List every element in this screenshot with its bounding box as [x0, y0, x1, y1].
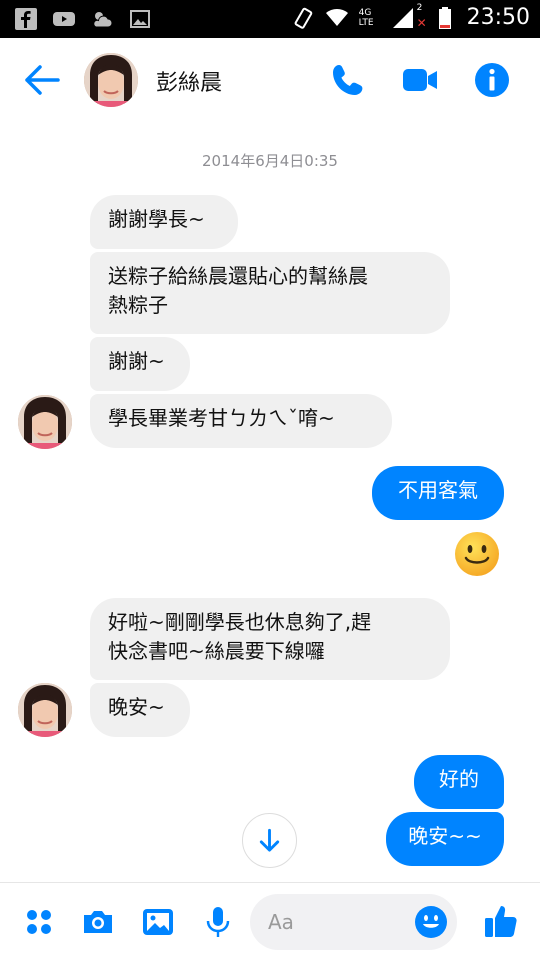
weather-icon [90, 7, 114, 31]
sender-avatar[interactable] [18, 683, 72, 737]
smiling-face-emoji-icon[interactable] [453, 530, 501, 578]
sender-avatar[interactable] [18, 395, 72, 449]
message-bubble-incoming[interactable]: 謝謝學長~ [90, 195, 238, 249]
sim2-badge: 2 [416, 2, 423, 13]
message-bubble-incoming[interactable]: 晚安~ [90, 683, 190, 737]
signal-icon: 2 ✕ [391, 3, 427, 30]
microphone-icon[interactable] [200, 904, 236, 940]
message-bubble-incoming[interactable]: 謝謝~ [90, 337, 190, 391]
vibrate-icon [291, 6, 315, 30]
message-bubble-outgoing[interactable]: 好的 [414, 755, 504, 809]
gallery-icon[interactable] [140, 904, 176, 940]
back-arrow-icon[interactable] [20, 60, 64, 100]
facebook-icon [14, 7, 38, 31]
scroll-to-bottom-button[interactable] [242, 813, 297, 868]
contact-avatar[interactable] [84, 53, 138, 107]
status-bar: 4G LTE 2 ✕ 23:50 [0, 0, 540, 38]
conversation-header: 彭絲晨 [0, 38, 540, 122]
clock: 23:50 [466, 5, 530, 30]
thread-timestamp: 2014年6月4日0:35 [202, 152, 338, 170]
4g-lte-icon: 4G LTE [358, 7, 374, 28]
image-icon [128, 7, 152, 31]
thumbs-up-icon[interactable] [482, 902, 520, 940]
message-bubble-incoming[interactable]: 學長畢業考甘ㄅㄌㄟˇ唷~ [90, 394, 392, 448]
wifi-icon [325, 6, 349, 30]
no-data-x-icon: ✕ [416, 15, 427, 30]
arrow-down-icon [259, 828, 280, 852]
message-bubble-incoming[interactable]: 好啦~剛剛學長也休息夠了,趕 快念書吧~絲晨要下線囉 [90, 598, 450, 680]
youtube-icon [52, 7, 76, 31]
contact-name[interactable]: 彭絲晨 [156, 65, 222, 97]
message-bubble-incoming[interactable]: 送粽子給絲晨還貼心的幫絲晨 熱粽子 [90, 252, 450, 334]
camera-icon[interactable] [80, 904, 116, 940]
message-input-placeholder: Aa [268, 910, 294, 934]
emoji-icon[interactable] [414, 905, 448, 939]
message-bubble-outgoing[interactable]: 不用客氣 [372, 466, 504, 520]
message-bubble-outgoing[interactable]: 晚安~~ [386, 812, 504, 866]
info-icon[interactable] [472, 60, 512, 100]
message-input[interactable]: Aa [250, 894, 457, 950]
composer-bar: Aa [0, 882, 540, 960]
video-camera-icon[interactable] [400, 60, 440, 100]
more-options-icon[interactable] [21, 904, 57, 940]
phone-icon[interactable] [328, 60, 368, 100]
battery-icon [433, 6, 457, 30]
